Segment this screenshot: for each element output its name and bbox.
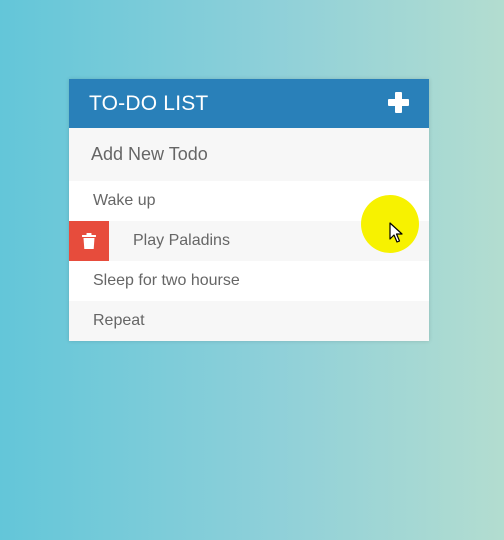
todo-item-label: Sleep for two hourse — [93, 272, 240, 289]
add-todo-button[interactable] — [388, 92, 409, 113]
todo-item[interactable]: Play Paladins — [69, 221, 429, 261]
trash-icon — [82, 233, 96, 249]
delete-todo-button[interactable] — [69, 221, 109, 261]
todo-list: Wake up Play Paladins Sleep for two hour… — [69, 181, 429, 341]
new-todo-input[interactable] — [69, 144, 429, 165]
todo-header: TO-DO LIST — [69, 79, 429, 128]
todo-item[interactable]: Wake up — [69, 181, 429, 221]
new-todo-row — [69, 128, 429, 181]
todo-item[interactable]: Repeat — [69, 301, 429, 341]
todo-item-label: Wake up — [93, 192, 156, 209]
todo-item-label: Repeat — [93, 312, 145, 329]
todo-item[interactable]: Sleep for two hourse — [69, 261, 429, 301]
app-title: TO-DO LIST — [89, 92, 209, 115]
todo-card: TO-DO LIST Wake up Play Paladins Sleep f — [69, 79, 429, 341]
